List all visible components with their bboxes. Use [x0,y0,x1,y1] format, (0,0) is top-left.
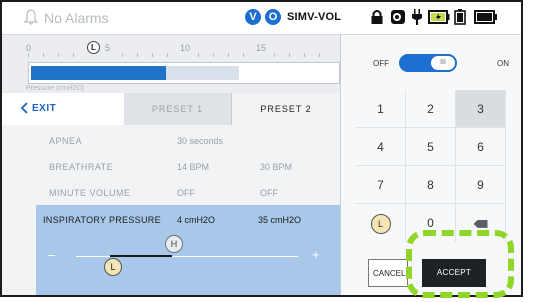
decrease-button[interactable]: – [48,247,55,262]
pressure-bar [28,62,340,84]
cancel-button[interactable]: CANCEL [368,259,408,287]
key-9[interactable]: 9 [456,166,506,204]
preset-1-value: OFF [177,188,195,198]
pressure-bar-ghost [166,66,239,80]
tick-label: 0 [26,43,32,53]
key-7[interactable]: 7 [356,166,406,204]
plug-icon [412,9,422,25]
key-6[interactable]: 6 [456,128,506,166]
setting-row-inspiratory-pressure[interactable]: INSPIRATORY PRESSURE 4 cmH2O 35 cmH2O – … [36,205,340,295]
tab-preset-1-label: PRESET 1 [151,104,204,114]
preset-2-value: 30 BPM [260,162,293,172]
toggle-knob[interactable]: III [431,56,455,70]
setting-row-breathrate[interactable]: BREATHRATE 14 BPM 30 BPM [2,153,340,179]
key-3[interactable]: 3 [456,90,506,128]
backspace-icon [473,219,488,228]
tick-mark [319,53,320,57]
tick-mark [58,53,59,57]
exit-label: EXIT [32,103,57,114]
tick-mark [28,53,29,57]
on-off-toggle[interactable]: III [399,54,457,72]
tick-mark [43,53,44,57]
setting-row-apnea[interactable]: APNEA 30 seconds [2,127,340,153]
preset-2-value: 35 cmH2O [258,215,302,225]
tick-label: 10 [180,43,191,53]
key-2[interactable]: 2 [406,90,456,128]
tab-preset-2-label: PRESET 2 [260,104,312,114]
battery-charging-icon [428,10,450,24]
battery-icon [454,9,466,25]
chevron-left-icon [20,102,28,114]
tick-mark [243,53,244,57]
toggle-on-label: ON [497,59,509,68]
toggle-off-label: OFF [373,59,389,68]
tick-mark [228,53,229,57]
bell-icon[interactable] [24,9,38,25]
setting-name: MINUTE VOLUME [49,188,131,198]
tick-mark [137,53,138,57]
nebulizer-icon[interactable] [390,9,406,25]
tick-mark [274,53,275,57]
key-1[interactable]: 1 [356,90,406,128]
tick-mark [289,53,290,57]
lock-icon[interactable] [370,9,384,25]
volume-badge: V [245,9,261,25]
battery-full-icon [474,10,497,24]
tick-mark [213,53,214,57]
pressure-gauge: 0 5 10 15 L Pressure (cmH2O) [2,35,340,93]
key-low-limit[interactable]: L [356,204,406,242]
key-8[interactable]: 8 [406,166,456,204]
gauge-caption: Pressure (cmH2O) [26,85,85,92]
setting-name: APNEA [49,136,83,146]
increase-button[interactable]: + [312,247,320,262]
setting-name: INSPIRATORY PRESSURE [43,215,161,225]
exit-button[interactable]: EXIT [2,93,124,125]
key-5[interactable]: 5 [406,128,456,166]
accept-highlight-annotation [406,230,514,298]
tick-mark [73,53,74,57]
high-limit-handle[interactable]: H [165,235,183,253]
tick-label: 15 [256,43,267,53]
preset-tabs: EXIT PRESET 1 PRESET 2 [2,93,340,125]
tick-mark [304,53,305,57]
status-bar: No Alarms V O SIMV-VOL [2,2,521,35]
pressure-bar-fill [31,66,166,80]
low-limit-badge: L [370,213,391,234]
low-limit-handle[interactable]: L [104,258,122,276]
range-slider-selection [110,255,172,257]
tick-mark [122,53,123,57]
low-limit-marker: L [87,41,100,54]
ventilation-mode[interactable]: SIMV-VOL [287,11,341,23]
alarm-status-text[interactable]: No Alarms [44,10,109,26]
tick-mark [167,53,168,57]
key-4[interactable]: 4 [356,128,406,166]
oxygen-badge: O [265,9,281,25]
preset-2-value: OFF [260,188,278,198]
tick-label: 5 [105,43,111,53]
setting-name: BREATHRATE [49,162,114,172]
preset-1-value: 4 cmH2O [177,215,216,225]
tab-preset-2[interactable]: PRESET 2 [232,93,340,125]
tick-mark [198,53,199,57]
tick-mark [152,53,153,57]
preset-1-value: 30 seconds [177,136,224,146]
preset-1-value: 14 BPM [177,162,210,172]
setting-row-minute-volume[interactable]: MINUTE VOLUME OFF OFF [2,179,340,205]
tab-preset-1[interactable]: PRESET 1 [124,93,232,125]
